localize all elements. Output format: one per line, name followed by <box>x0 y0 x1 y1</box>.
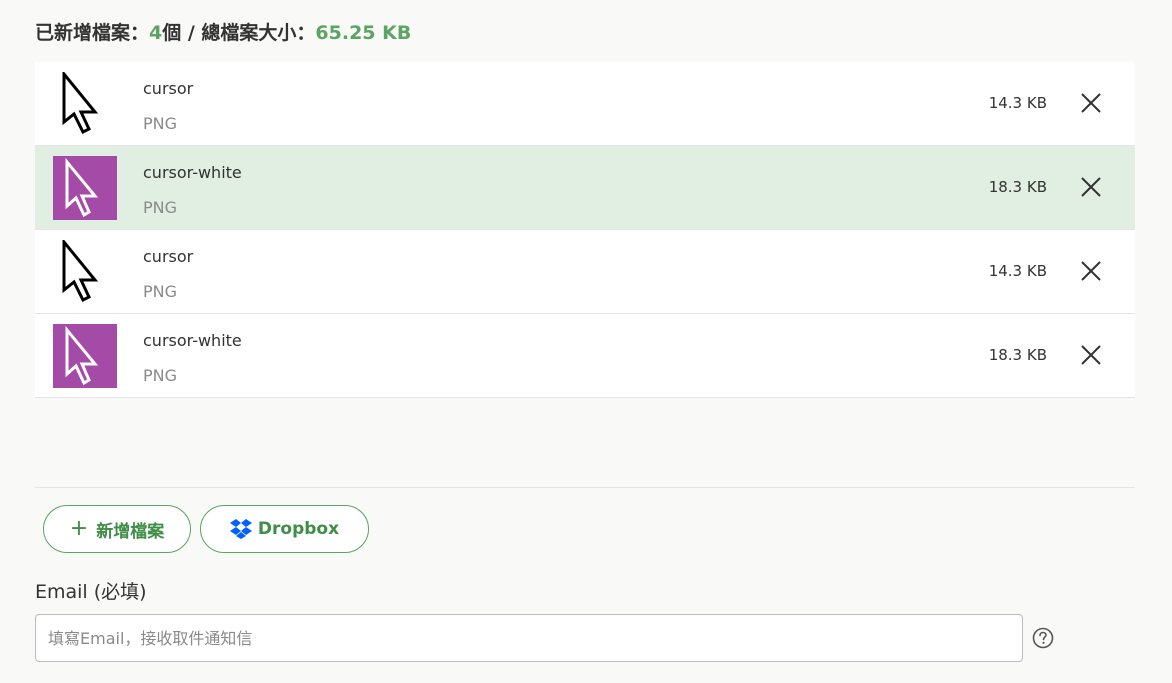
file-row: cursor PNG 14.3 KB <box>35 230 1135 314</box>
file-type: PNG <box>143 198 178 217</box>
file-type: PNG <box>143 282 178 301</box>
file-name: cursor <box>143 247 194 266</box>
upload-summary: 已新增檔案：4個 / 總檔案大小：65.25 KB <box>35 18 411 45</box>
file-size: 18.3 KB <box>988 346 1047 364</box>
dropbox-icon <box>229 519 252 539</box>
file-row: cursor-white PNG 18.3 KB <box>35 314 1135 398</box>
add-files-label: 新增檔案 <box>96 521 165 542</box>
close-icon <box>1081 261 1101 281</box>
file-type: PNG <box>143 114 178 133</box>
file-name: cursor <box>143 79 194 98</box>
file-size: 18.3 KB <box>988 178 1047 196</box>
summary-total-size: 65.25 KB <box>315 22 412 44</box>
cursor-white-icon <box>53 324 117 388</box>
cursor-black-icon <box>53 240 117 304</box>
summary-added-label: 已新增檔案： <box>35 22 150 44</box>
file-name: cursor-white <box>143 163 242 182</box>
email-field[interactable] <box>35 614 1023 662</box>
file-type: PNG <box>143 366 178 385</box>
help-icon[interactable] <box>1032 627 1054 649</box>
cursor-white-icon <box>53 156 117 220</box>
remove-file-button[interactable] <box>1080 92 1102 114</box>
file-row: cursor-white PNG 18.3 KB <box>35 146 1135 230</box>
dropbox-button[interactable]: Dropbox <box>200 505 369 553</box>
summary-file-count: 4 <box>149 22 163 44</box>
email-label: Email (必填) <box>35 581 147 603</box>
summary-count-unit: 個 / 總檔案大小： <box>162 22 316 44</box>
remove-file-button[interactable] <box>1080 344 1102 366</box>
close-icon <box>1081 93 1101 113</box>
close-icon <box>1081 177 1101 197</box>
file-list: cursor PNG 14.3 KB cursor-white PNG 18.3… <box>35 62 1135 488</box>
close-icon <box>1081 345 1101 365</box>
add-files-button[interactable]: + 新增檔案 <box>43 505 191 553</box>
remove-file-button[interactable] <box>1080 176 1102 198</box>
file-size: 14.3 KB <box>988 94 1047 112</box>
file-name: cursor-white <box>143 331 242 350</box>
plus-icon: + <box>69 516 89 541</box>
cursor-black-icon <box>53 72 117 136</box>
dropbox-label: Dropbox <box>257 519 340 539</box>
file-row: cursor PNG 14.3 KB <box>35 62 1135 146</box>
file-size: 14.3 KB <box>988 262 1047 280</box>
remove-file-button[interactable] <box>1080 260 1102 282</box>
